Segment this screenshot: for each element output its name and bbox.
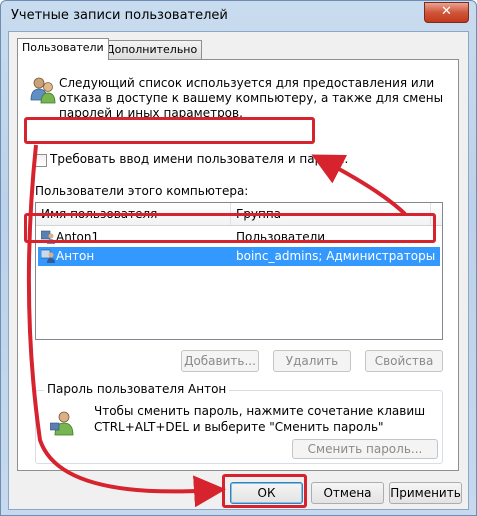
close-icon: ✕ bbox=[441, 4, 452, 19]
cancel-button[interactable]: Отмена bbox=[311, 482, 384, 504]
password-instruction: Чтобы сменить пароль, нажмите сочетание … bbox=[94, 404, 426, 434]
users-icon bbox=[30, 77, 56, 104]
change-password-button[interactable]: Сменить пароль... bbox=[292, 439, 438, 459]
add-user-button[interactable]: Добавить... bbox=[181, 350, 259, 372]
users-list-header: Имя пользователя Группа bbox=[36, 203, 442, 226]
table-row-anton-selected[interactable]: Антон boinc_admins; Администраторы bbox=[38, 247, 440, 266]
ok-button[interactable]: ОК bbox=[230, 482, 303, 504]
password-group: Пароль пользователя Антон Чтобы сменить … bbox=[35, 382, 443, 464]
remove-user-button[interactable]: Удалить bbox=[273, 350, 351, 372]
info-text: Следующий список используется для предос… bbox=[59, 76, 444, 120]
tab-users[interactable]: Пользователи bbox=[17, 38, 109, 60]
password-group-title: Пароль пользователя Антон bbox=[44, 382, 230, 396]
apply-button[interactable]: Применить bbox=[389, 482, 462, 504]
tab-panel-users: Следующий список используется для предос… bbox=[17, 59, 459, 471]
close-button[interactable]: ✕ bbox=[424, 2, 469, 23]
dialog-window: Учетные записи пользователей ✕ Пользоват… bbox=[0, 0, 477, 516]
users-section-label: Пользователи этого компьютера: bbox=[35, 184, 249, 198]
column-separator bbox=[430, 203, 431, 225]
title-bar[interactable]: Учетные записи пользователей ✕ bbox=[1, 1, 476, 31]
user-key-icon bbox=[50, 411, 74, 436]
require-login-label[interactable]: Требовать ввод имени пользователя и паро… bbox=[50, 152, 348, 166]
user-name: Антон bbox=[56, 249, 95, 263]
require-login-checkbox[interactable] bbox=[34, 154, 47, 167]
user-name: Anton1 bbox=[56, 230, 100, 244]
client-area: Пользователи Дополнительно Следующий спи… bbox=[8, 31, 469, 510]
column-separator bbox=[230, 203, 231, 225]
user-icon bbox=[41, 230, 55, 244]
column-header-group[interactable]: Группа bbox=[236, 207, 281, 221]
user-group: Пользователи bbox=[236, 230, 326, 244]
column-header-username[interactable]: Имя пользователя bbox=[41, 207, 157, 221]
tab-advanced[interactable]: Дополнительно bbox=[101, 40, 203, 60]
users-list[interactable]: Имя пользователя Группа Anton1 Пользоват… bbox=[35, 202, 443, 340]
window-title: Учетные записи пользователей bbox=[11, 8, 228, 23]
user-icon bbox=[41, 249, 55, 263]
table-row-anton1[interactable]: Anton1 Пользователи bbox=[38, 228, 440, 247]
user-group: boinc_admins; Администраторы bbox=[236, 249, 436, 263]
properties-button[interactable]: Свойства bbox=[365, 350, 443, 372]
